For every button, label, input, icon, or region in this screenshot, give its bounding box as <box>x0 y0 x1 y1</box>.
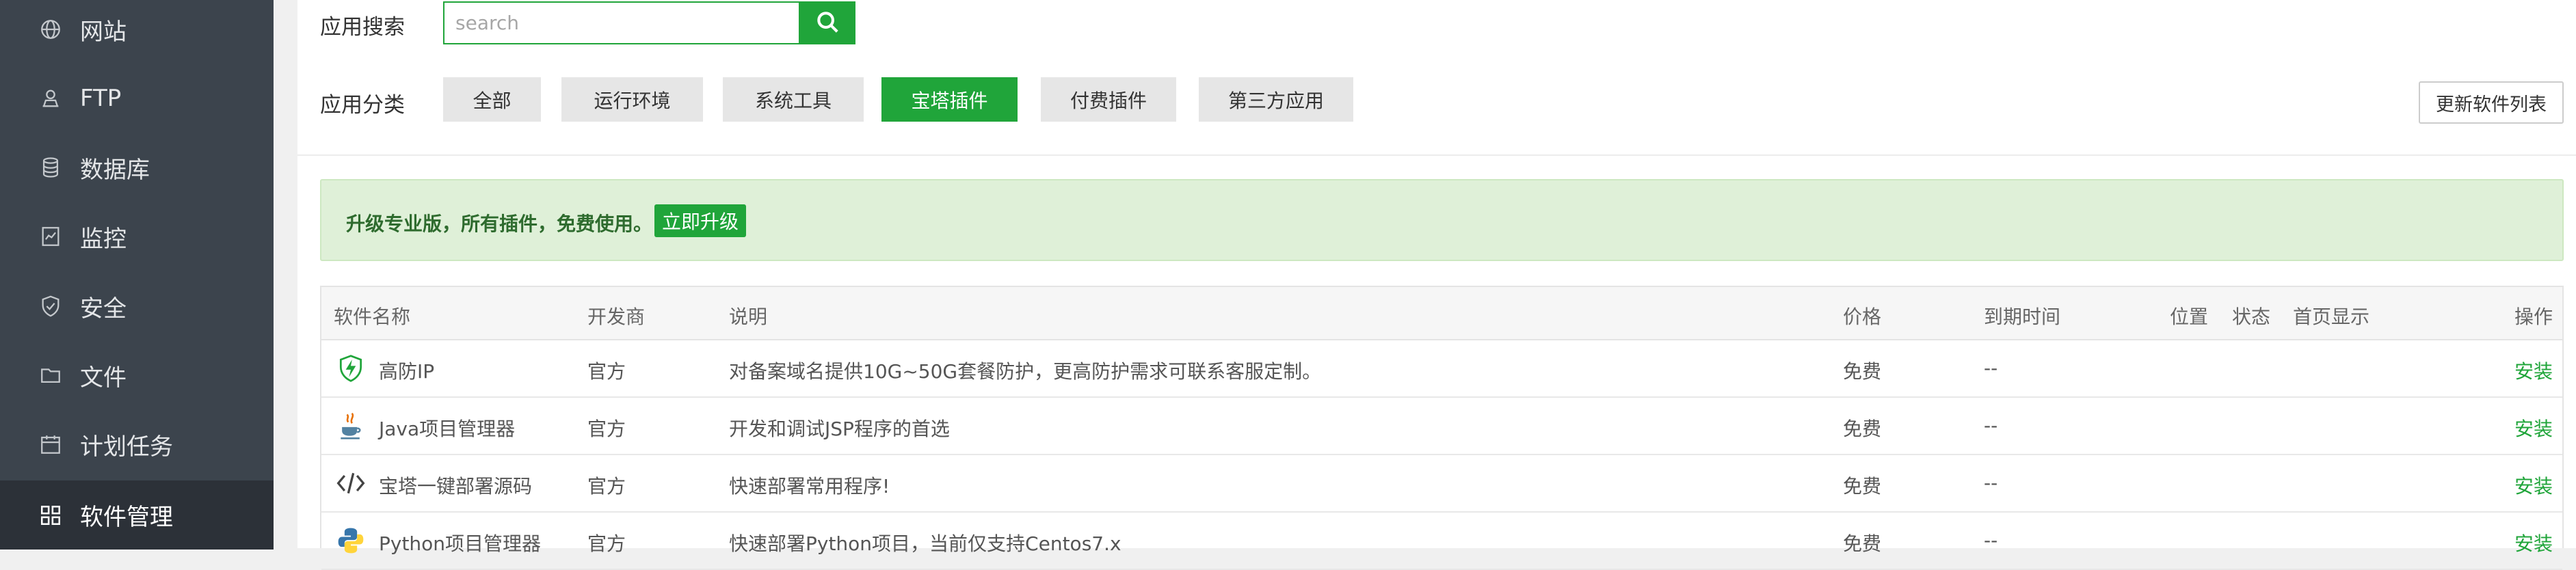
table-row: 高防IP 官方 对备案域名提供10G~50G套餐防护，更高防护需求可联系客服定制… <box>321 340 2562 398</box>
shield-icon <box>37 293 64 320</box>
sidebar-item-software[interactable]: 软件管理 <box>0 480 274 549</box>
sidebar-item-label: 数据库 <box>80 156 150 184</box>
grid-icon <box>37 502 64 529</box>
sidebar-item-label: 监控 <box>80 225 127 253</box>
install-link[interactable]: 安装 <box>2514 357 2553 384</box>
folder-icon <box>37 362 64 389</box>
header-price: 价格 <box>1843 306 1882 328</box>
category-paid-plugins-button[interactable]: 付费插件 <box>1041 77 1176 122</box>
sidebar-item-cron[interactable]: 计划任务 <box>0 411 274 477</box>
calendar-icon <box>37 431 64 458</box>
plugin-price: 免费 <box>1843 418 1882 440</box>
header-actions: 操作 <box>2514 306 2553 328</box>
category-system-tools-button[interactable]: 系统工具 <box>723 77 864 122</box>
plugin-description: 开发和调试JSP程序的首选 <box>729 418 950 440</box>
sidebar-item-database[interactable]: 数据库 <box>0 135 274 200</box>
install-link[interactable]: 安装 <box>2514 414 2553 442</box>
divider <box>297 154 2576 156</box>
header-description: 说明 <box>729 306 768 328</box>
sidebar-item-ftp[interactable]: FTP <box>0 66 274 131</box>
java-icon <box>335 410 367 442</box>
plugin-price: 免费 <box>1843 532 1882 555</box>
plugin-name: 宝塔一键部署源码 <box>379 475 533 498</box>
sidebar: 网站 FTP 数据库 监控 安全 文件 计划任务 软件管理 <box>0 0 274 549</box>
table-row: 宝塔一键部署源码 官方 快速部署常用程序! 免费 -- 安装 <box>321 455 2562 513</box>
monitor-icon <box>37 223 64 250</box>
header-expiry: 到期时间 <box>1984 306 2061 328</box>
header-name: 软件名称 <box>334 306 411 328</box>
plugin-description: 对备案域名提供10G~50G套餐防护，更高防护需求可联系客服定制。 <box>729 360 1322 383</box>
plugin-expiry: -- <box>1984 472 1998 494</box>
python-icon <box>335 525 367 556</box>
sidebar-item-security[interactable]: 安全 <box>0 273 274 339</box>
plugin-developer: 官方 <box>587 360 626 383</box>
plugin-description: 快速部署常用程序! <box>729 475 890 498</box>
main-content: 应用搜索 应用分类 全部 运行环境 系统工具 宝塔插件 付费插件 第三方应用 更… <box>297 0 2576 570</box>
plugin-developer: 官方 <box>587 532 626 555</box>
plugin-expiry: -- <box>1984 414 1998 437</box>
sidebar-item-files[interactable]: 文件 <box>0 342 274 408</box>
globe-icon <box>37 16 64 43</box>
category-runtime-button[interactable]: 运行环境 <box>561 77 703 122</box>
code-icon <box>335 467 367 499</box>
sidebar-item-label: 软件管理 <box>80 504 173 531</box>
database-icon <box>37 154 64 181</box>
search-input[interactable] <box>443 1 803 44</box>
plugin-table: 软件名称 开发商 说明 价格 到期时间 位置 状态 首页显示 操作 高防IP 官… <box>320 286 2564 570</box>
plugin-name: 高防IP <box>379 360 435 383</box>
sidebar-item-websites[interactable]: 网站 <box>0 0 274 62</box>
plugin-expiry: -- <box>1984 529 1998 552</box>
plugin-developer: 官方 <box>587 418 626 440</box>
plugin-expiry: -- <box>1984 357 1998 379</box>
plugin-name: Python项目管理器 <box>379 532 542 555</box>
table-row: Java项目管理器 官方 开发和调试JSP程序的首选 免费 -- 安装 <box>321 398 2562 455</box>
sidebar-item-label: FTP <box>80 85 122 112</box>
header-homepage: 首页显示 <box>2293 306 2370 328</box>
update-software-list-button[interactable]: 更新软件列表 <box>2419 81 2564 124</box>
sidebar-item-monitor[interactable]: 监控 <box>0 204 274 269</box>
category-third-party-button[interactable]: 第三方应用 <box>1199 77 1353 122</box>
category-all-button[interactable]: 全部 <box>443 77 541 122</box>
install-link[interactable]: 安装 <box>2514 472 2553 499</box>
plugin-price: 免费 <box>1843 360 1882 383</box>
search-icon <box>814 9 840 38</box>
sidebar-item-label: 计划任务 <box>80 433 173 461</box>
promo-banner: 升级专业版，所有插件，免费使用。 立即升级 <box>320 179 2564 261</box>
lightning-shield-icon <box>335 353 367 384</box>
header-developer: 开发商 <box>587 306 646 328</box>
table-row: Python项目管理器 官方 快速部署Python项目，当前仅支持Centos7… <box>321 513 2562 570</box>
plugin-name: Java项目管理器 <box>379 418 516 440</box>
header-status: 状态 <box>2232 306 2271 328</box>
category-bt-plugins-button[interactable]: 宝塔插件 <box>881 77 1018 122</box>
search-button[interactable] <box>799 1 855 44</box>
sidebar-item-label: 文件 <box>80 364 127 392</box>
plugin-price: 免费 <box>1843 475 1882 498</box>
search-label: 应用搜索 <box>320 15 405 40</box>
promo-text: 升级专业版，所有插件，免费使用。 <box>346 213 653 235</box>
sidebar-item-label: 网站 <box>80 18 127 46</box>
plugin-description: 快速部署Python项目，当前仅支持Centos7.x <box>729 532 1121 555</box>
install-link[interactable]: 安装 <box>2514 529 2553 556</box>
upgrade-now-button[interactable]: 立即升级 <box>654 204 746 237</box>
ftp-icon <box>37 85 64 112</box>
category-label: 应用分类 <box>320 93 405 118</box>
plugin-developer: 官方 <box>587 475 626 498</box>
sidebar-item-label: 安全 <box>80 295 127 323</box>
header-location: 位置 <box>2170 306 2209 328</box>
table-header: 软件名称 开发商 说明 价格 到期时间 位置 状态 首页显示 操作 <box>321 287 2562 340</box>
